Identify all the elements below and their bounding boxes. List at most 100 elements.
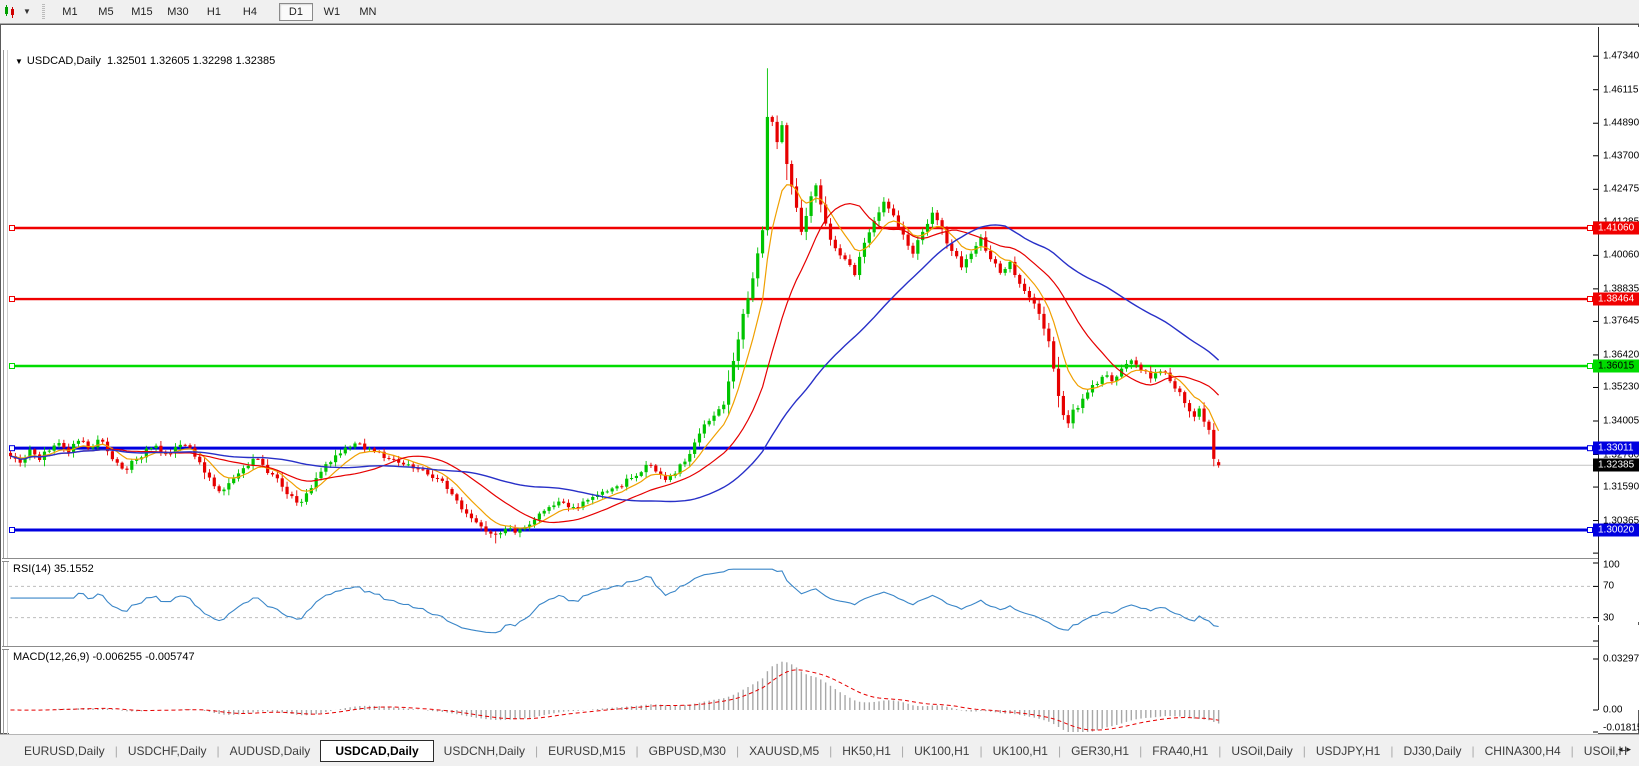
candle-body xyxy=(324,464,328,472)
candle-body xyxy=(848,259,852,265)
main-price-pane[interactable]: ▼ USDCAD,Daily 1.32501 1.32605 1.32298 1.… xyxy=(9,51,1598,558)
candle-body xyxy=(959,256,964,268)
chart-tab-DJ30-Daily[interactable]: DJ30,Daily xyxy=(1393,741,1471,761)
candle-body xyxy=(101,439,105,442)
hline-handle[interactable] xyxy=(9,527,15,533)
level-price-label[interactable]: 1.33011 xyxy=(1593,441,1639,455)
candle-body xyxy=(329,462,333,465)
chart-tab-USDCNH-Daily[interactable]: USDCNH,Daily xyxy=(434,741,535,761)
level-price-label[interactable]: 1.30020 xyxy=(1593,523,1639,537)
candle-body xyxy=(76,440,81,444)
candle-body xyxy=(1086,392,1090,399)
hline-handle[interactable] xyxy=(1587,296,1593,303)
candle-body xyxy=(81,440,85,442)
candlestick-chart-icon[interactable] xyxy=(3,4,21,20)
chart-tab-EURUSD-Daily[interactable]: EURUSD,Daily xyxy=(14,741,115,761)
timeframe-button-M15[interactable]: M15 xyxy=(125,3,159,21)
triangle-right-icon[interactable]: ▸ xyxy=(1626,744,1635,754)
candle-body xyxy=(1066,415,1070,424)
timeframe-button-M1[interactable]: M1 xyxy=(53,3,87,21)
candle-body xyxy=(392,458,396,460)
timeframe-button-MN[interactable]: MN xyxy=(351,3,385,21)
chart-title: ▼ USDCAD,Daily 1.32501 1.32605 1.32298 1.… xyxy=(15,55,275,67)
mt4-application-window: ▼ M1 M5 M15 M30 H1 H4 D1 W1 MN ▼ USDCAD,Daily 1.3… xyxy=(0,0,1639,766)
chart-tab-USOil-Daily[interactable]: USOil,Daily xyxy=(1221,741,1302,761)
candle-body xyxy=(547,507,551,511)
candle-body xyxy=(110,451,114,460)
hline-handle[interactable] xyxy=(1587,445,1593,452)
candle-body xyxy=(348,447,352,449)
chart-tab-EURUSD-M15[interactable]: EURUSD,M15 xyxy=(538,741,635,761)
candle-body xyxy=(586,499,590,502)
candle-body xyxy=(469,513,474,519)
candle-body xyxy=(207,472,212,478)
candle-body xyxy=(149,448,153,450)
candle-body xyxy=(1110,375,1114,382)
candle-body xyxy=(600,491,605,495)
chart-tab-XAUUSD-M5[interactable]: XAUUSD,M5 xyxy=(739,741,829,761)
hline-handle[interactable] xyxy=(1587,527,1593,533)
candle-body xyxy=(431,474,435,478)
level-price-label[interactable]: 1.36015 xyxy=(1593,359,1639,373)
candle-body xyxy=(736,339,740,361)
chart-tab-CHINA300-H4[interactable]: CHINA300,H4 xyxy=(1475,741,1571,761)
hline-handle[interactable] xyxy=(1587,363,1593,370)
chevron-down-icon[interactable]: ▼ xyxy=(23,7,31,16)
candle-body xyxy=(717,409,721,416)
chart-tab-UK100-H1[interactable]: UK100,H1 xyxy=(983,741,1058,761)
timeframe-button-group: M1 M5 M15 M30 H1 H4 D1 W1 MN xyxy=(52,2,386,21)
timeframe-button-H4[interactable]: H4 xyxy=(233,3,267,21)
candle-body xyxy=(989,250,993,260)
candle-body xyxy=(1134,360,1138,365)
candle-body xyxy=(542,510,546,514)
candle-body xyxy=(333,455,338,463)
chart-tab-AUDUSD-Daily[interactable]: AUDUSD,Daily xyxy=(220,741,321,761)
timeframe-button-M30[interactable]: M30 xyxy=(161,3,195,21)
timeframe-button-M5[interactable]: M5 xyxy=(89,3,123,21)
hline-handle[interactable] xyxy=(9,296,15,303)
candle-body xyxy=(261,458,265,465)
candle-body xyxy=(1042,313,1046,329)
candle-body xyxy=(571,507,575,509)
timeframe-button-H1[interactable]: H1 xyxy=(197,3,231,21)
candle-body xyxy=(86,441,90,449)
hline-handle[interactable] xyxy=(9,225,15,231)
chart-tab-HK50-H1[interactable]: HK50,H1 xyxy=(832,741,901,761)
candle-body xyxy=(1022,283,1027,291)
candle-body xyxy=(57,443,61,446)
level-price-label[interactable]: 1.41060 xyxy=(1593,221,1639,235)
candle-body xyxy=(610,488,614,492)
triangle-down-icon[interactable]: ▼ xyxy=(15,57,23,66)
candle-body xyxy=(188,445,192,448)
candle-body xyxy=(731,360,736,382)
candle-body xyxy=(1052,341,1056,369)
chart-tab-USDCHF-Daily[interactable]: USDCHF,Daily xyxy=(118,741,217,761)
candle-body xyxy=(858,256,862,276)
chart-tab-USDJPY-H1[interactable]: USDJPY,H1 xyxy=(1306,741,1390,761)
chart-tab-USDCAD-Daily[interactable]: USDCAD,Daily xyxy=(320,739,434,762)
candle-body xyxy=(775,121,779,143)
candle-body xyxy=(96,439,100,448)
price-axis-label: 1.40060 xyxy=(1603,249,1639,261)
timeframe-button-D1[interactable]: D1 xyxy=(278,3,313,21)
timeframe-button-W1[interactable]: W1 xyxy=(315,3,349,21)
rsi-indicator-pane[interactable]: RSI(14) 35.1552 xyxy=(9,561,1598,646)
hline-handle[interactable] xyxy=(9,363,15,370)
hline-handle[interactable] xyxy=(9,445,15,452)
level-price-label[interactable]: 1.38464 xyxy=(1593,292,1639,306)
candle-body xyxy=(270,472,275,475)
chart-tab-FRA40-H1[interactable]: FRA40,H1 xyxy=(1142,741,1218,761)
macd-signal-line xyxy=(10,669,1219,731)
candle-body xyxy=(605,491,609,493)
chart-tab-UK100-H1[interactable]: UK100,H1 xyxy=(904,741,979,761)
candle-body xyxy=(693,442,697,454)
price-chart-canvas[interactable] xyxy=(9,51,1598,558)
macd-indicator-pane[interactable]: MACD(12,26,9) -0.006255 -0.005747 xyxy=(9,649,1598,734)
candle-body xyxy=(1105,375,1109,377)
candle-body xyxy=(421,469,425,471)
chart-tab-GBPUSD-M30[interactable]: GBPUSD,M30 xyxy=(639,741,736,761)
candle-body xyxy=(707,420,711,425)
chart-tab-GER30-H1[interactable]: GER30,H1 xyxy=(1061,741,1139,761)
candle-body xyxy=(319,471,323,479)
hline-handle[interactable] xyxy=(1587,225,1593,231)
